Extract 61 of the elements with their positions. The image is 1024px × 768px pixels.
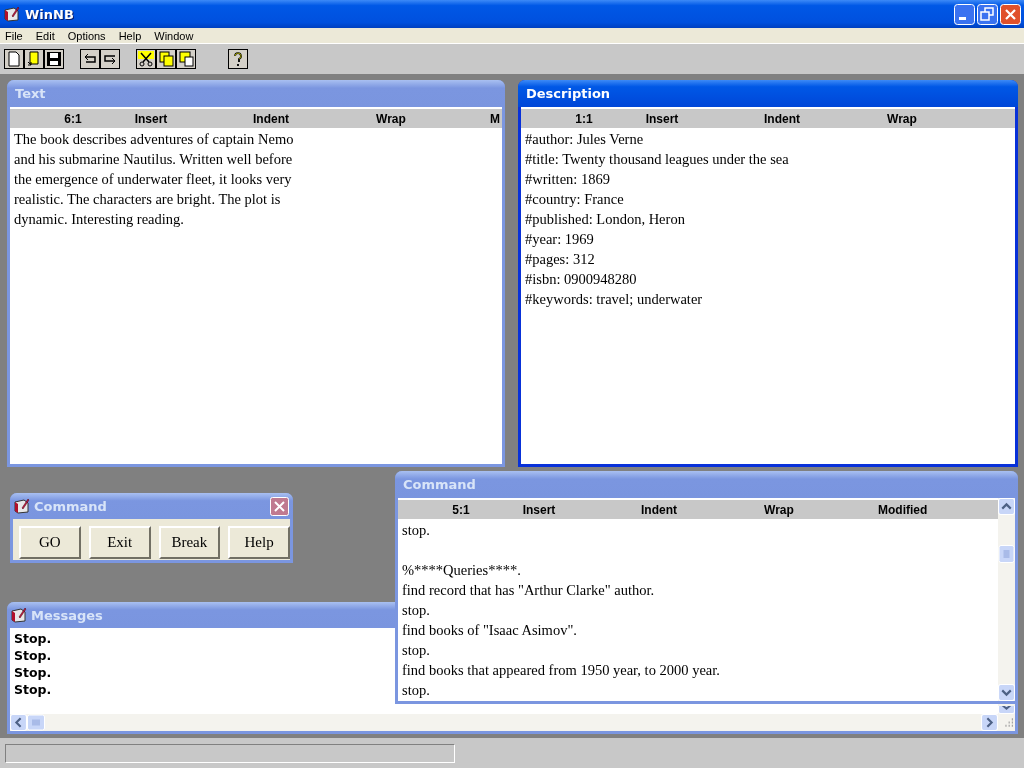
message-line: Stop. — [14, 681, 52, 698]
command-button[interactable]: Break — [158, 526, 221, 559]
new-file-icon[interactable] — [4, 49, 24, 69]
scroll-thumb[interactable] — [998, 545, 1015, 563]
text-editor[interactable]: #author: Jules Verne #title: Twenty thousand leagues under the sea #written: 1869 #country: France #published: London, Heron #year: 1969 #pages: 312 #isbn: 0900948280 #keywords: travel; underwater — [521, 128, 1015, 464]
status-label: Indent — [763, 111, 801, 126]
status-label: Modified — [877, 502, 929, 517]
scroll-down-icon[interactable] — [998, 684, 1015, 701]
status-label: Insert — [644, 111, 680, 126]
scroll-down-icon[interactable] — [998, 706, 1015, 714]
vertical-scrollbar[interactable] — [998, 498, 1015, 701]
command-button[interactable]: GO — [19, 526, 81, 559]
cut-icon[interactable] — [136, 49, 156, 69]
close-icon[interactable] — [1000, 3, 1021, 25]
window-title: Command — [34, 498, 107, 514]
status-label: Insert — [133, 111, 169, 126]
status-label: 6:1 — [63, 111, 83, 126]
status-label: 1:1 — [574, 111, 594, 126]
window-title: Messages — [31, 607, 103, 623]
text-editor[interactable]: The book describes adventures of captain Nemo and his submarine Nautilus. Written well before the emergence of underwater fleet, it looks very realistic. The characters are bright. The plot is dynamic. Interesting reading. — [10, 128, 502, 464]
menu-item[interactable]: File — [5, 29, 23, 42]
notebook-icon — [11, 607, 27, 623]
status-label: Wrap — [886, 111, 918, 126]
redo-icon[interactable] — [100, 49, 120, 69]
notebook-icon — [14, 498, 30, 514]
menu-item[interactable]: Edit — [35, 29, 55, 42]
command-button[interactable]: Help — [228, 526, 290, 559]
status-label: Wrap — [763, 502, 795, 517]
scroll-right-icon[interactable] — [981, 714, 998, 731]
minimize-icon[interactable] — [954, 3, 975, 25]
status-label: Wrap — [375, 111, 407, 126]
window-title: WinNB — [25, 6, 74, 22]
status-label: M — [489, 111, 501, 126]
status-label: Indent — [252, 111, 290, 126]
paste-icon[interactable] — [176, 49, 196, 69]
text-editor[interactable]: stop. %****Queries****. find record that has "Arthur Clarke" author. stop. find books of "Isaac Asimov". stop. find books that appeared from 1950 year, to 2000 year. stop. — [398, 519, 998, 701]
message-line: Stop. — [14, 647, 52, 664]
message-line: Stop. — [14, 630, 52, 647]
undo-icon[interactable] — [80, 49, 100, 69]
status-label: Indent — [640, 502, 678, 517]
status-label: Insert — [521, 502, 557, 517]
command-button[interactable]: Exit — [88, 526, 151, 559]
close-icon[interactable] — [270, 496, 289, 516]
scroll-thumb[interactable] — [27, 714, 45, 731]
menu-item[interactable]: Options — [67, 29, 106, 42]
window-title: Command — [403, 477, 476, 492]
notebook-icon — [4, 6, 20, 22]
window-title: Description — [526, 86, 611, 101]
menu-item[interactable]: Window — [154, 29, 194, 42]
help-icon[interactable] — [228, 49, 248, 69]
restore-icon[interactable] — [977, 3, 998, 25]
open-file-icon[interactable] — [24, 49, 44, 69]
menu-item[interactable]: Help — [118, 29, 142, 42]
save-icon[interactable] — [44, 49, 64, 69]
copy-icon[interactable] — [156, 49, 176, 69]
scroll-up-icon[interactable] — [998, 498, 1015, 515]
scroll-left-icon[interactable] — [10, 714, 27, 731]
message-line: Stop. — [14, 664, 52, 681]
window-title: Text — [15, 86, 46, 101]
status-label: 5:1 — [451, 502, 471, 517]
horizontal-scrollbar[interactable] — [10, 714, 1015, 731]
